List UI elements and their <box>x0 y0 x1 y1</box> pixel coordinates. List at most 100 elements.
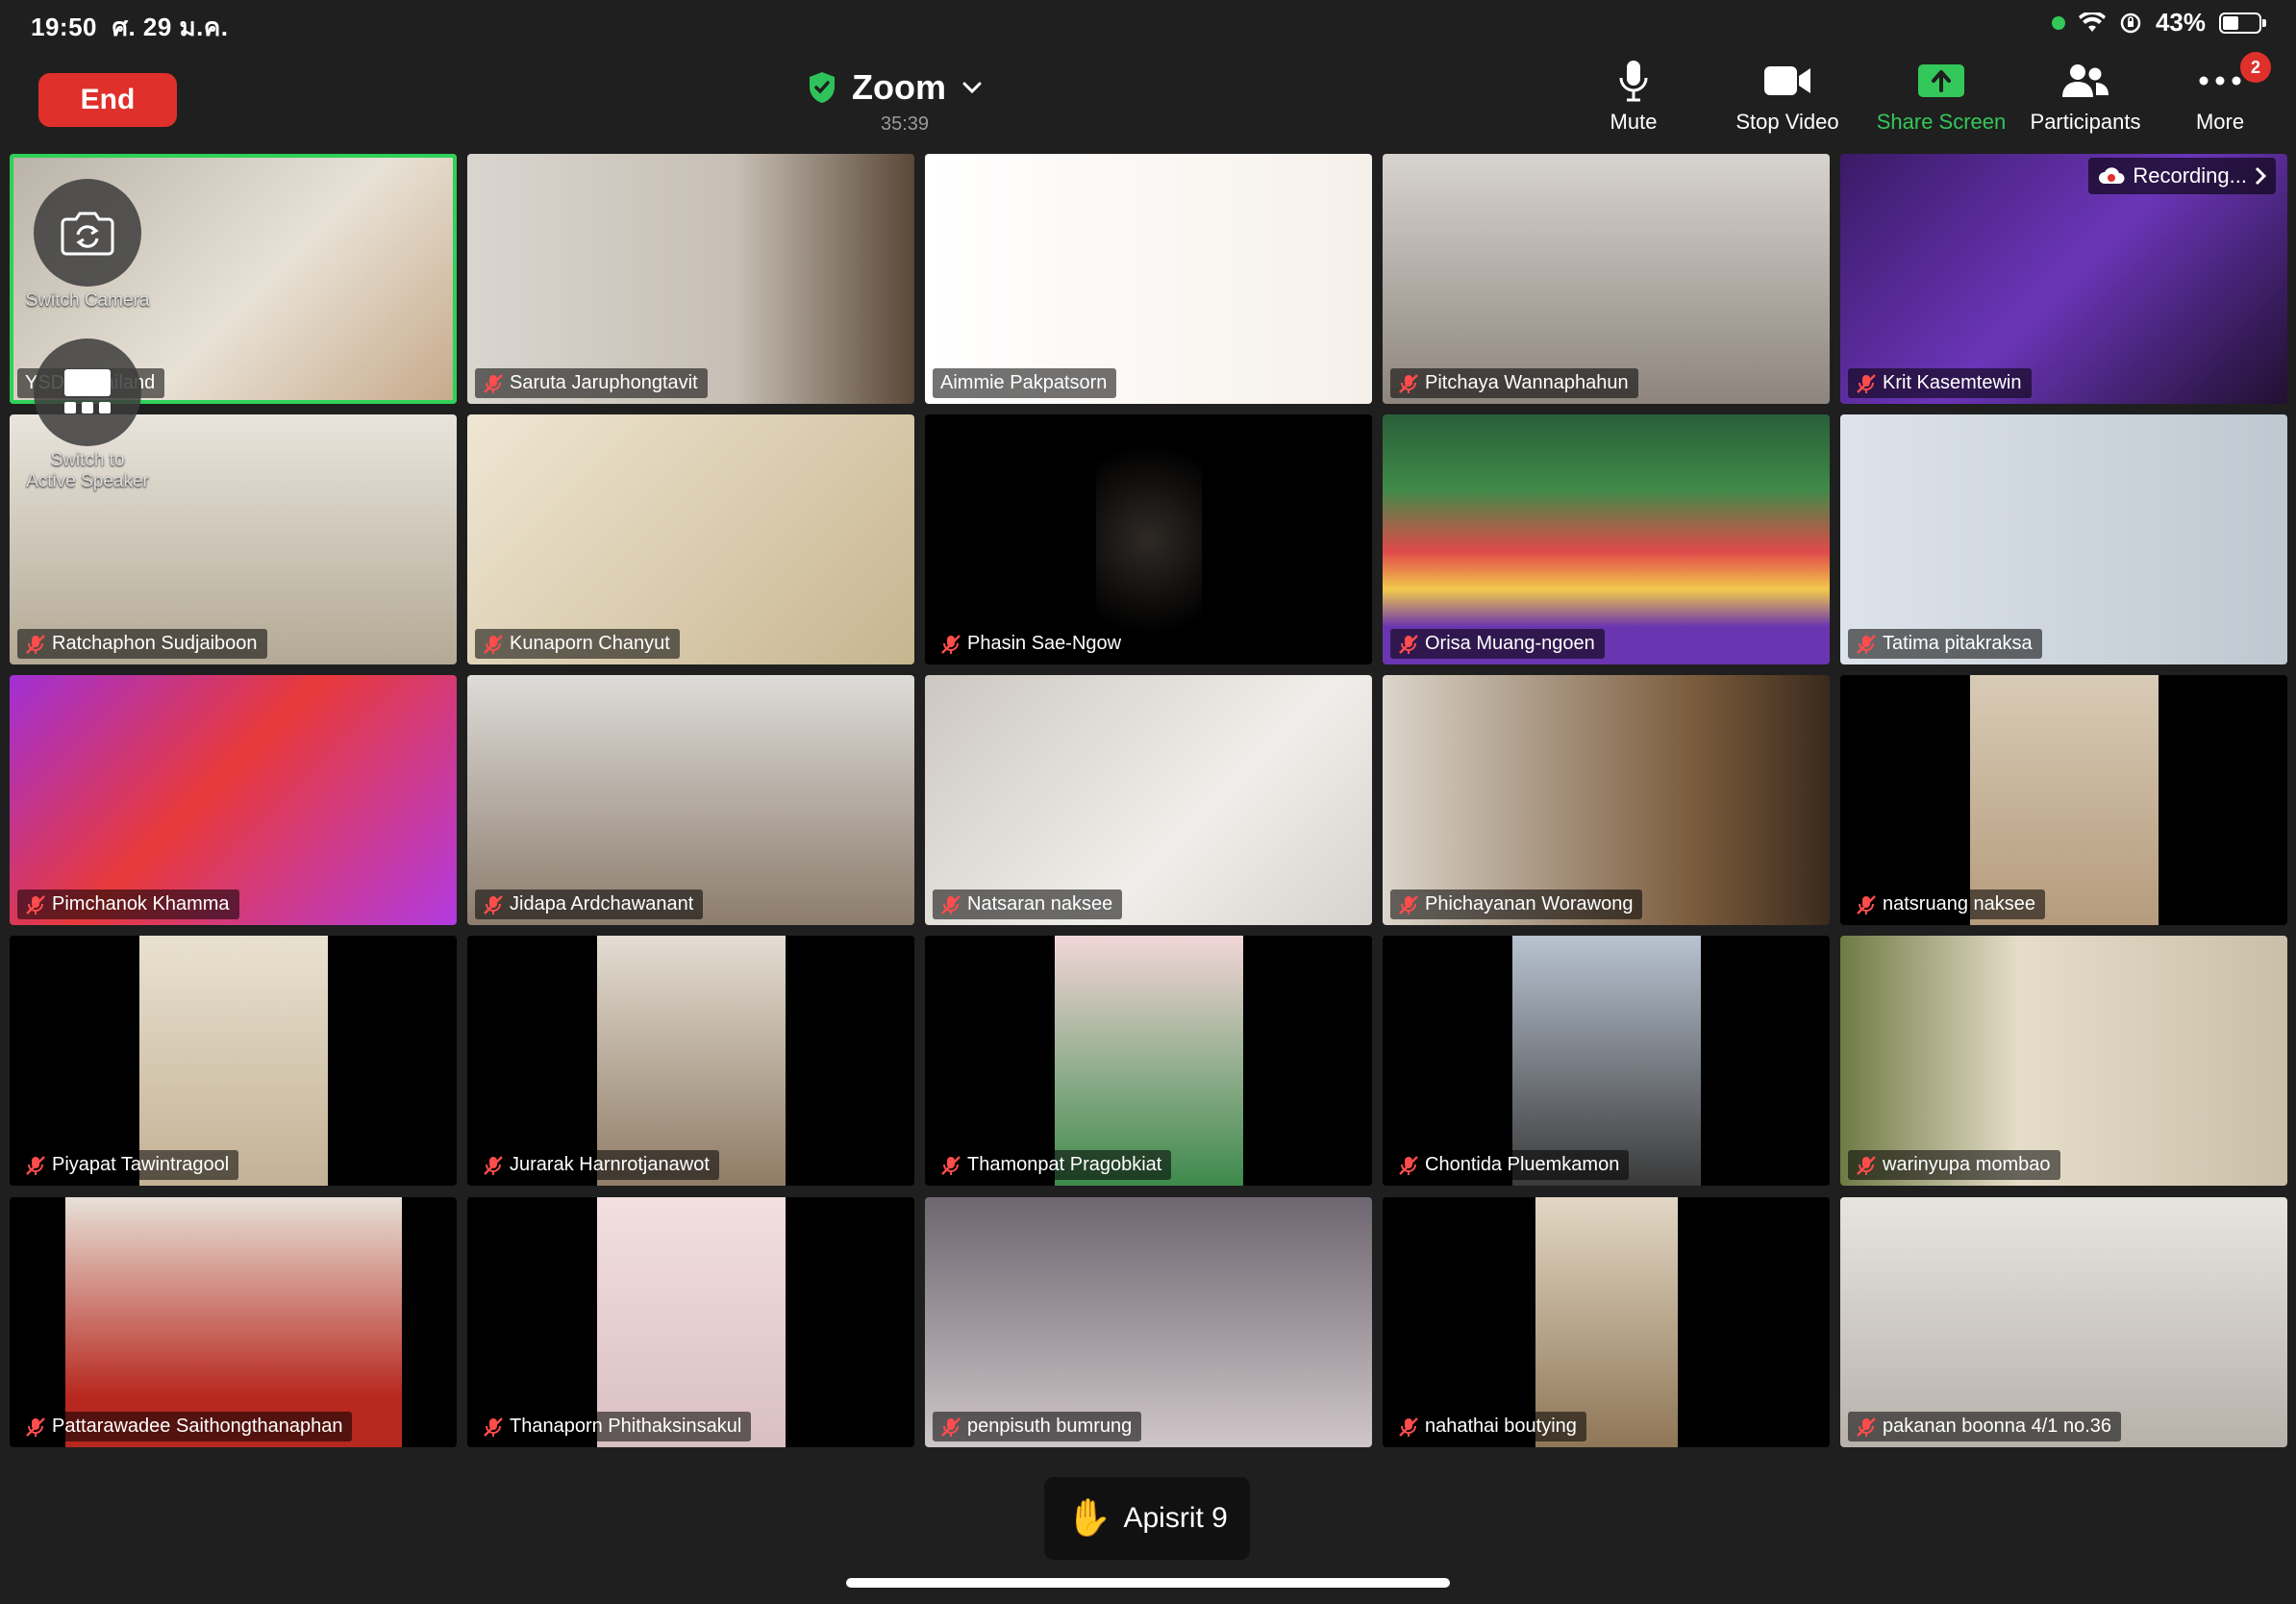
more-label: More <box>2195 110 2245 134</box>
participant-name-tag: Aimmie Pakpatsorn <box>933 368 1117 398</box>
video-tile[interactable]: penpisuth bumrung <box>925 1197 1372 1447</box>
switch-active-speaker-button[interactable]: Switch to Active Speaker <box>6 338 169 492</box>
participants-button[interactable]: Participants <box>2013 58 2158 135</box>
participant-name-tag: Thanaporn Phithaksinsakul <box>475 1412 752 1441</box>
video-tile[interactable]: Phichayanan Worawong <box>1383 675 1830 925</box>
video-feed <box>1511 936 1701 1186</box>
mic-muted-icon <box>1399 373 1418 393</box>
video-tile[interactable]: Pitchaya Wannaphahun <box>1383 154 1830 404</box>
mute-label: Mute <box>1610 110 1658 134</box>
cloud-record-icon <box>2099 167 2125 184</box>
mic-muted-icon <box>1857 894 1876 915</box>
switch-active-speaker-label: Switch to Active Speaker <box>26 450 149 491</box>
video-tile[interactable]: Aimmie Pakpatsorn <box>925 154 1372 404</box>
participant-name: Jurarak Harnrotjanawot <box>510 1154 710 1175</box>
participant-name-tag: natsruang naksee <box>1848 890 2046 919</box>
video-tile[interactable]: Jurarak Harnrotjanawot <box>467 936 914 1186</box>
share-screen-button[interactable]: Share Screen <box>1869 58 2013 135</box>
video-tile[interactable]: Thanaporn Phithaksinsakul <box>467 1197 914 1447</box>
raised-hand-icon: ✋ <box>1066 1498 1112 1539</box>
mic-muted-icon <box>941 634 961 654</box>
mic-muted-icon <box>26 1155 45 1175</box>
meeting-title-area[interactable]: Zoom 35:39 <box>808 67 1019 144</box>
battery-percent: 43% <box>2155 8 2206 37</box>
notification-badge: 2 <box>2240 52 2271 83</box>
mic-muted-icon <box>1857 373 1876 393</box>
mic-muted-icon <box>484 1416 503 1437</box>
stop-video-button[interactable]: Stop Video <box>1715 58 1859 135</box>
video-tile[interactable]: Chontida Pluemkamon <box>1383 936 1830 1186</box>
mic-muted-icon <box>26 634 45 654</box>
mic-muted-icon <box>941 894 961 915</box>
participant-name: Tatima pitakraksa <box>1883 633 2033 654</box>
battery-icon <box>2219 12 2266 34</box>
video-tile[interactable]: Pimchanok Khamma <box>10 675 457 925</box>
participant-name: Piyapat Tawintragool <box>52 1154 230 1175</box>
raised-hand-label: Apisrit 9 <box>1123 1502 1228 1534</box>
wifi-icon <box>2078 12 2106 32</box>
chevron-right-icon <box>2255 166 2266 186</box>
orientation-lock-icon <box>2120 13 2141 33</box>
video-tile[interactable]: Phasin Sae-Ngow <box>925 414 1372 664</box>
status-time: 19:50 ศ. 29 ม.ค. <box>31 8 229 47</box>
participant-name-tag: Orisa Muang-ngoen <box>1390 629 1605 659</box>
speaker-view-icon <box>64 369 111 414</box>
recording-indicator[interactable]: Recording... <box>2088 158 2276 194</box>
video-tile[interactable]: Saruta Jaruphongtavit <box>467 154 914 404</box>
participant-name-tag: Natsaran naksee <box>933 890 1123 919</box>
shield-check-icon <box>810 72 835 103</box>
clock-date: ศ. 29 ม.ค. <box>112 13 229 41</box>
participant-name: penpisuth bumrung <box>967 1416 1133 1437</box>
microphone-icon <box>1619 61 1648 102</box>
mic-muted-icon <box>26 894 45 915</box>
participant-name-tag: pakanan boonna 4/1 no.36 <box>1848 1412 2121 1441</box>
video-tile[interactable]: Pattarawadee Saithongthanaphan <box>10 1197 457 1447</box>
participant-name-tag: Phichayanan Worawong <box>1390 890 1643 919</box>
video-tile[interactable]: Tatima pitakraksa <box>1840 414 2287 664</box>
video-tile[interactable]: Thamonpat Pragobkiat <box>925 936 1372 1186</box>
participant-name-tag: Piyapat Tawintragool <box>17 1150 239 1180</box>
video-tile[interactable]: Orisa Muang-ngoen <box>1383 414 1830 664</box>
meeting-title: Zoom <box>852 67 946 107</box>
video-tile[interactable]: nahathai boutying <box>1383 1197 1830 1447</box>
stop-video-label: Stop Video <box>1735 110 1839 134</box>
mic-muted-icon <box>1857 1416 1876 1437</box>
more-button[interactable]: More 2 <box>2148 52 2292 135</box>
video-tile[interactable]: Natsaran naksee <box>925 675 1372 925</box>
switch-camera-button[interactable]: Switch Camera <box>6 179 169 312</box>
mic-muted-icon <box>1399 634 1418 654</box>
participant-name-tag: Ratchaphon Sudjaiboon <box>17 629 267 659</box>
mic-muted-icon <box>484 1155 503 1175</box>
video-tile[interactable]: Piyapat Tawintragool <box>10 936 457 1186</box>
video-feed <box>1969 675 2159 925</box>
video-tile[interactable]: Jidapa Ardchawanant <box>467 675 914 925</box>
video-tile[interactable]: Kunaporn Chanyut <box>467 414 914 664</box>
participant-name-tag: Pattarawadee Saithongthanaphan <box>17 1412 353 1441</box>
video-feed <box>1535 1197 1678 1447</box>
participant-name: warinyupa mombao <box>1883 1154 2051 1175</box>
chevron-down-icon[interactable] <box>961 81 983 94</box>
camera-in-use-dot <box>2051 15 2065 30</box>
video-tile[interactable]: natsruang naksee <box>1840 675 2287 925</box>
participant-name-tag: warinyupa mombao <box>1848 1150 2060 1180</box>
switch-camera-label: Switch Camera <box>25 290 150 311</box>
participant-name-tag: Pitchaya Wannaphahun <box>1390 368 1638 398</box>
home-indicator[interactable] <box>846 1578 1450 1588</box>
clock-time: 19:50 <box>31 13 97 41</box>
participant-name: Orisa Muang-ngoen <box>1425 633 1595 654</box>
participant-name-tag: Kunaporn Chanyut <box>475 629 680 659</box>
video-feed <box>596 1197 786 1447</box>
participants-icon <box>2062 64 2109 97</box>
participant-name-tag: Jurarak Harnrotjanawot <box>475 1150 719 1180</box>
video-tile[interactable]: Krit Kasemtewin Recording... <box>1840 154 2287 404</box>
end-meeting-button[interactable]: End <box>38 73 177 127</box>
video-tile[interactable]: pakanan boonna 4/1 no.36 <box>1840 1197 2287 1447</box>
mute-button[interactable]: Mute <box>1561 58 1706 135</box>
participant-name: Jidapa Ardchawanant <box>510 893 694 915</box>
video-feed <box>1054 936 1243 1186</box>
video-tile[interactable]: warinyupa mombao <box>1840 936 2287 1186</box>
participant-name-tag: Phasin Sae-Ngow <box>933 629 1132 659</box>
recording-label: Recording... <box>2133 163 2247 188</box>
video-feed <box>1095 414 1202 664</box>
mic-muted-icon <box>1399 1416 1418 1437</box>
